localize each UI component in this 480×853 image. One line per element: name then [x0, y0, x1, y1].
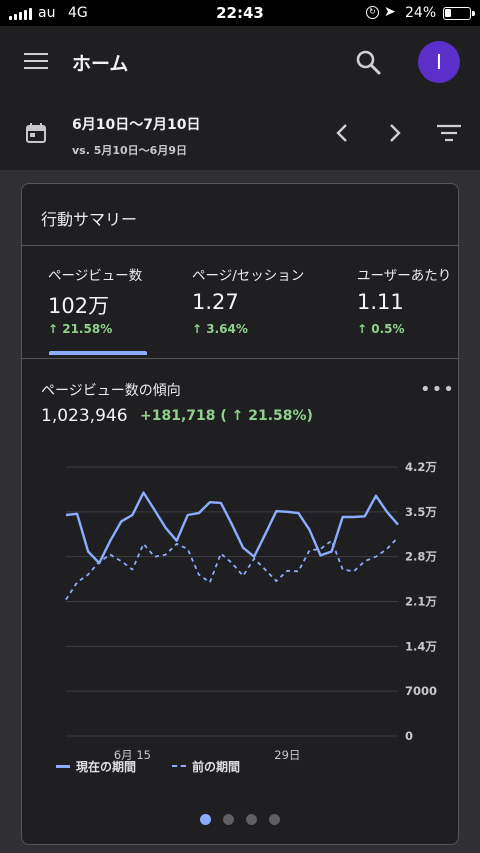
series-line-current	[65, 491, 399, 565]
y-tick-label: 4.2万	[405, 460, 437, 474]
metric-value: 1.27	[192, 290, 239, 314]
pagination-dots	[200, 814, 290, 826]
metric-value: 1.11	[357, 290, 404, 314]
series-line-previous	[65, 536, 399, 601]
status-bar: au 4G 22:43 ↻ ➤ 24%	[0, 0, 480, 26]
battery-percentage: 24%	[405, 5, 437, 21]
page-dot[interactable]	[246, 814, 257, 825]
page-dot[interactable]	[269, 814, 280, 825]
metric-tab-pages-per-session[interactable]: ページ/セッション 1.27 ↑ 3.64%	[192, 260, 352, 358]
date-range-bar: 6月10日〜7月10日 vs. 5月10日〜6月9日	[0, 98, 480, 170]
metric-label: ページビュー数	[48, 268, 143, 284]
active-tab-indicator	[49, 351, 147, 355]
metric-tab-pageviews[interactable]: ページビュー数 102万 ↑ 21.58%	[48, 260, 188, 358]
chevron-left-icon[interactable]	[332, 122, 354, 144]
metric-label: ページ/セッション	[192, 268, 305, 284]
page-dot[interactable]	[200, 814, 211, 825]
more-horizontal-icon[interactable]: •••	[420, 381, 454, 405]
y-tick-label: 3.5万	[405, 505, 437, 519]
content-area: 行動サマリー ページビュー数 102万 ↑ 21.58% ページ/セッション 1…	[0, 170, 480, 853]
calendar-icon[interactable]	[25, 122, 47, 144]
chevron-right-icon[interactable]	[383, 122, 405, 144]
metric-change: ↑ 3.64%	[192, 322, 248, 336]
legend-dashed-swatch	[172, 765, 186, 767]
trend-title: ページビュー数の傾向	[41, 383, 181, 399]
metric-label: ユーザーあたり	[357, 268, 452, 284]
trend-delta: +181,718 ( ↑ 21.58%)	[140, 408, 313, 424]
metric-change: ↑ 21.58%	[48, 322, 113, 336]
page-dot[interactable]	[223, 814, 234, 825]
orientation-lock-icon: ↻	[366, 6, 379, 19]
behavior-summary-card: 行動サマリー ページビュー数 102万 ↑ 21.58% ページ/セッション 1…	[21, 183, 459, 845]
metric-tab-per-user[interactable]: ユーザーあたり 1.11 ↑ 0.5%	[357, 260, 458, 358]
filter-icon[interactable]	[436, 122, 462, 144]
y-tick-label: 1.4万	[405, 639, 437, 653]
x-tick-label: 29日	[274, 748, 300, 762]
y-tick-label: 7000	[405, 684, 437, 698]
search-icon[interactable]	[354, 48, 382, 76]
battery-icon	[443, 7, 475, 20]
divider	[22, 245, 458, 246]
legend-current: 現在の期間	[56, 756, 136, 776]
date-range-label[interactable]: 6月10日〜7月10日	[72, 114, 200, 134]
account-avatar[interactable]: I	[418, 41, 460, 83]
y-tick-label: 2.1万	[405, 595, 437, 609]
legend-label: 現在の期間	[76, 759, 137, 774]
hamburger-menu-icon[interactable]	[24, 53, 48, 71]
app-bar: ホーム I	[0, 26, 480, 98]
trend-total: 1,023,946	[41, 406, 128, 426]
compare-range-label: vs. 5月10日〜6月9日	[72, 144, 187, 157]
y-tick-label: 0	[405, 729, 413, 743]
location-icon: ➤	[384, 4, 396, 20]
metric-value: 102万	[48, 294, 110, 318]
card-title: 行動サマリー	[41, 210, 138, 229]
pageview-trend-chart[interactable]: 4.2万3.5万2.8万2.1万1.4万700006月 15 29日	[22, 442, 459, 782]
legend-previous: 前の期間	[172, 756, 240, 776]
legend-label: 前の期間	[192, 759, 241, 774]
metric-change: ↑ 0.5%	[357, 322, 405, 336]
y-tick-label: 2.8万	[405, 550, 437, 564]
legend-solid-swatch	[56, 764, 70, 768]
page-title: ホーム	[72, 53, 129, 75]
divider	[22, 358, 458, 359]
